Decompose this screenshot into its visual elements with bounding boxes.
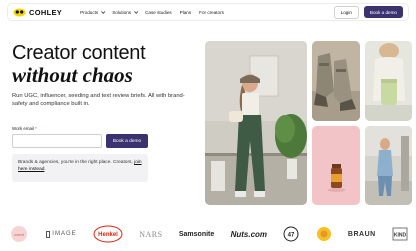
work-email-input[interactable] — [12, 134, 102, 148]
creator-photo-main — [205, 41, 307, 205]
nav-item-for-creators[interactable]: For creators — [199, 10, 224, 15]
logo-henkel: Henkel — [93, 225, 123, 243]
logo-image-mark — [46, 230, 51, 238]
creator-notice: Brands & agencies, you're in the right p… — [12, 154, 148, 182]
customer-logos: cvent IMAGE Henkel NARS Samsonite Nuts.c… — [0, 224, 416, 244]
product-photo-supplement — [312, 126, 360, 205]
logo-47: 47 — [283, 226, 299, 242]
hero-subtitle: Run UGC, influencer, seeding and text re… — [12, 93, 185, 108]
creator-photo-boots — [312, 41, 360, 121]
notice-text: Brands & agencies, you're in the right p… — [18, 160, 133, 165]
nav-item-label: Plans — [179, 9, 192, 15]
nav-item-label: Solutions — [112, 9, 132, 15]
logo-samsonite: Samsonite — [178, 230, 215, 238]
hero-title: Creator content without chaos — [12, 42, 202, 86]
brand-logo[interactable]: COHLEY — [13, 8, 62, 17]
chevron-down-icon — [134, 9, 139, 14]
nav-item-solutions[interactable]: Solutions — [112, 9, 139, 15]
hero-book-demo-button[interactable]: Book a demo — [106, 134, 148, 148]
logo-kind: KIND — [392, 227, 408, 241]
nav-item-products[interactable]: Products — [80, 9, 106, 15]
hero-title-line2: without chaos — [12, 63, 133, 87]
nav-item-plans[interactable]: Plans — [180, 10, 192, 15]
creator-photo-outdoor — [365, 126, 412, 205]
svg-text:Henkel: Henkel — [98, 232, 118, 238]
logo-nars: NARS — [139, 229, 163, 239]
cohley-logo-icon — [13, 8, 26, 17]
creator-photo-drink — [365, 41, 412, 121]
top-nav: COHLEY Products Solutions Case studies P… — [7, 3, 409, 21]
login-button[interactable]: Login — [333, 5, 359, 19]
email-label-text: Work email — [12, 126, 34, 131]
svg-text:cvent: cvent — [14, 232, 24, 237]
svg-text:47: 47 — [288, 233, 295, 239]
logo-image-text: IMAGE — [52, 231, 77, 237]
nav-item-case-studies[interactable]: Case studies — [145, 10, 172, 15]
logo-braun: BRAUN — [347, 230, 376, 238]
logo-cvent: cvent — [8, 225, 30, 243]
required-mark: * — [35, 126, 37, 131]
hero-title-line1: Creator content — [12, 42, 146, 64]
svg-text:KIND: KIND — [394, 233, 407, 239]
notice-period: . — [44, 167, 46, 172]
nav-item-label: Case studies — [145, 9, 172, 15]
chevron-down-icon — [101, 9, 106, 14]
email-label: Work email * — [12, 126, 37, 131]
nav-book-demo-button[interactable]: Book a demo — [363, 5, 403, 19]
main-menu: Products Solutions Case studies Plans Fo… — [80, 9, 224, 15]
brand-name: COHLEY — [29, 7, 63, 17]
nav-item-label: Products — [80, 9, 99, 15]
logo-cereal-brand — [316, 226, 332, 242]
nav-item-label: For creators — [199, 9, 224, 15]
logo-nuts: Nuts.com — [230, 229, 268, 239]
logo-image: IMAGE — [46, 230, 77, 238]
